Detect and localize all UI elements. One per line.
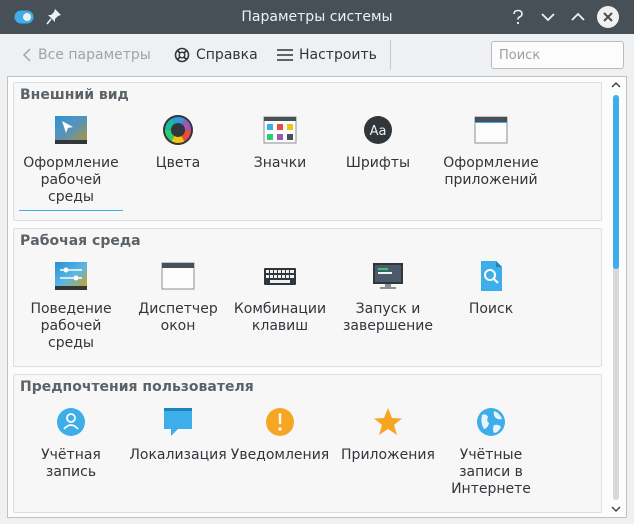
help-toolbar-label: Справка <box>196 47 258 63</box>
chevron-left-icon <box>22 48 31 62</box>
minimize-button[interactable] <box>537 6 559 28</box>
icons-icon <box>263 116 297 144</box>
locale-icon <box>164 408 192 436</box>
hamburger-menu-icon <box>277 49 293 61</box>
lifebuoy-icon <box>174 47 190 63</box>
search-input[interactable] <box>491 41 624 69</box>
search-icon <box>481 261 502 291</box>
item-startup-shutdown[interactable]: Запуск и завершение <box>336 259 440 335</box>
item-notifications[interactable]: Уведомления <box>228 405 332 464</box>
configure-button[interactable]: Настроить <box>277 45 377 65</box>
user-account-icon <box>57 408 85 436</box>
item-applications[interactable]: Приложения <box>336 405 440 464</box>
all-settings-label: Все параметры <box>38 47 151 63</box>
notifications-icon <box>266 408 294 436</box>
item-shortcuts[interactable]: Комбинации клавиш <box>228 259 332 335</box>
item-label: Цвета <box>155 155 201 171</box>
settings-panel: Внешний вид Оформление рабочей среды Цве… <box>7 76 627 518</box>
toolbar: Все параметры Справка Настроить <box>0 34 634 76</box>
item-label: Приложения <box>341 447 435 463</box>
item-user-account[interactable]: Учётная запись <box>19 405 123 481</box>
item-app-style[interactable]: Оформление приложений <box>439 113 543 189</box>
help-toolbar-button[interactable]: Справка <box>174 45 258 65</box>
item-label: Запуск и завершение <box>342 301 434 334</box>
title-bar: Параметры системы <box>0 0 634 34</box>
online-accounts-icon <box>477 408 505 436</box>
app-style-icon <box>474 116 508 144</box>
section-title: Внешний вид <box>20 87 129 103</box>
item-online-accounts[interactable]: Учётные записи в Интернете <box>439 405 543 498</box>
item-label: Поиск <box>468 301 514 317</box>
item-workspace-behavior[interactable]: Поведение рабочей среды <box>19 259 123 352</box>
system-settings-window: Параметры системы Все параметры Справка … <box>0 0 634 524</box>
item-label: Поведение рабочей среды <box>30 301 112 351</box>
section-title: Предпочтения пользователя <box>20 379 254 395</box>
close-button[interactable] <box>597 6 619 28</box>
question-icon <box>513 9 523 25</box>
item-label: Оформление рабочей среды <box>23 155 119 205</box>
item-label: Диспетчер окон <box>138 301 218 334</box>
keyboard-icon <box>264 268 296 285</box>
item-label: Комбинации клавиш <box>233 301 327 334</box>
maximize-button[interactable] <box>567 6 589 28</box>
item-label: Значки <box>253 155 307 171</box>
section-title: Рабочая среда <box>20 233 141 249</box>
item-colors[interactable]: Цвета <box>126 113 230 172</box>
toolbar-separator <box>390 40 391 70</box>
configure-label: Настроить <box>299 47 377 63</box>
close-icon <box>603 12 613 22</box>
svg-text:Aa: Aa <box>370 124 387 139</box>
section-appearance: Внешний вид Оформление рабочей среды Цве… <box>13 82 602 221</box>
item-fonts[interactable]: Aa Шрифты <box>326 113 430 172</box>
item-workspace-theme[interactable]: Оформление рабочей среды <box>19 113 123 211</box>
section-workspace: Рабочая среда Поведение рабочей среды Ди… <box>13 228 602 367</box>
item-search[interactable]: Поиск <box>439 259 543 318</box>
item-label: Учётные записи в Интернете <box>451 447 531 497</box>
item-window-manager[interactable]: Диспетчер окон <box>126 259 230 335</box>
chevron-up-icon <box>571 12 585 21</box>
colors-icon <box>163 115 193 145</box>
item-label: Локализация <box>129 447 227 463</box>
chevron-down-icon <box>541 13 555 22</box>
item-label: Уведомления <box>230 447 330 463</box>
help-button[interactable] <box>507 6 529 28</box>
fonts-icon: Aa <box>364 116 392 144</box>
scroll-up-arrow-icon[interactable] <box>610 80 622 90</box>
item-label: Учётная запись <box>41 447 101 480</box>
scroll-down-arrow-icon[interactable] <box>610 504 622 514</box>
workspace-theme-icon <box>55 116 87 144</box>
item-label: Шрифты <box>345 155 411 171</box>
window-manager-icon <box>161 262 195 290</box>
workspace-behavior-icon <box>55 262 87 290</box>
all-settings-button[interactable]: Все параметры <box>22 45 151 65</box>
applications-icon <box>374 408 402 435</box>
item-icons[interactable]: Значки <box>228 113 332 172</box>
scrollbar-thumb[interactable] <box>613 95 619 269</box>
startup-shutdown-icon <box>373 263 403 289</box>
item-locale[interactable]: Локализация <box>126 405 230 464</box>
item-label: Оформление приложений <box>443 155 539 188</box>
section-user-preferences: Предпочтения пользователя Учётная запись… <box>13 374 602 513</box>
